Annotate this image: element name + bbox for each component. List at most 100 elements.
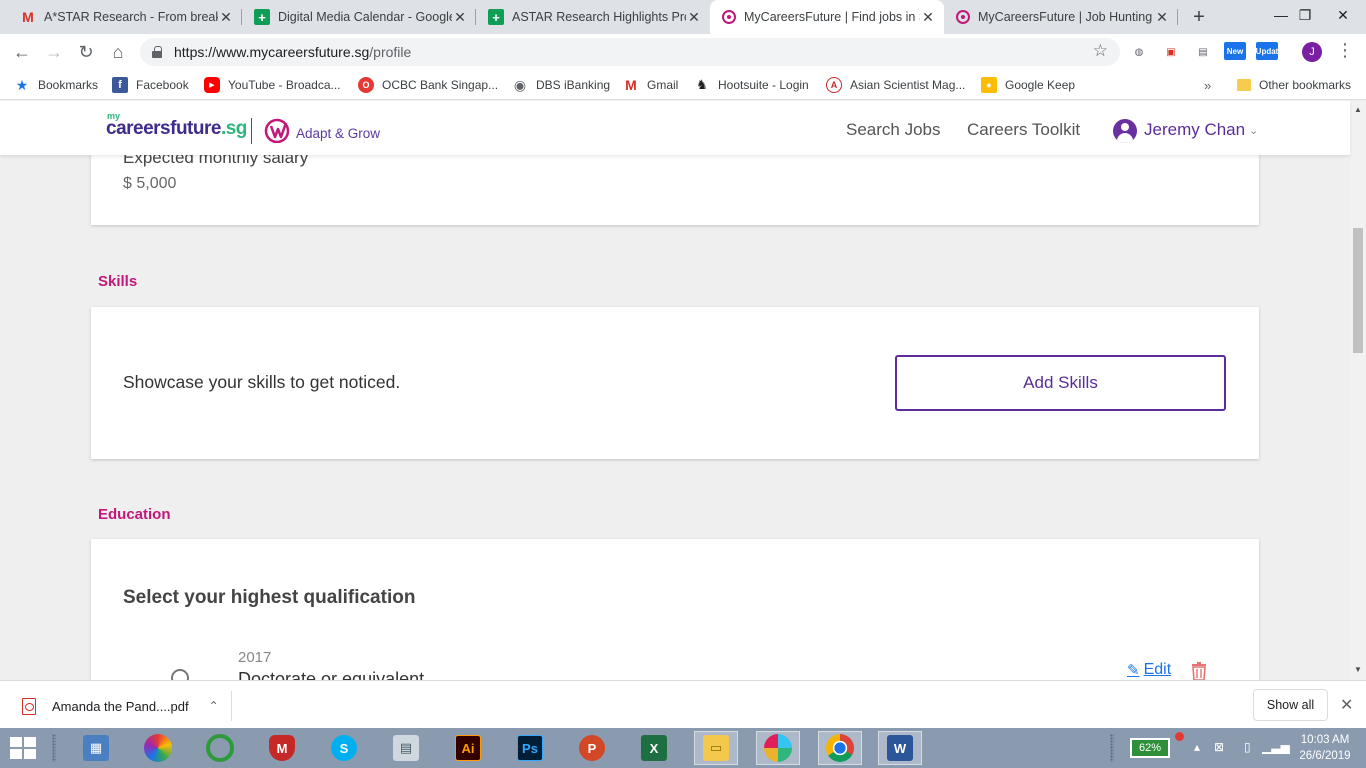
signal-icon[interactable]: ▁▃▅: [1262, 740, 1290, 754]
bookmark-ocbc[interactable]: O OCBC Bank Singap...: [358, 75, 498, 95]
page-scrollbar[interactable]: ▲ ▼: [1350, 101, 1366, 680]
more-bookmarks-button[interactable]: »: [1204, 78, 1211, 93]
tab-title: MyCareersFuture | Job Hunting: [978, 10, 1153, 24]
forward-icon[interactable]: →: [40, 38, 68, 66]
extension-update-icon[interactable]: Updat: [1256, 42, 1278, 60]
sheets-icon: +: [254, 9, 270, 25]
show-all-downloads-button[interactable]: Show all: [1253, 689, 1328, 721]
edit-education-link[interactable]: ✎ Edit: [1127, 661, 1171, 679]
scroll-up-icon[interactable]: ▲: [1354, 105, 1362, 114]
facebook-icon: f: [112, 77, 128, 93]
tab-astar-research[interactable]: M A*STAR Research - From breakthr ✕: [8, 0, 242, 34]
battery-indicator[interactable]: 62%: [1130, 738, 1170, 758]
taskbar-mcafee[interactable]: M: [260, 731, 304, 765]
mycareersfuture-icon: [722, 10, 736, 24]
bookmark-label: Hootsuite - Login: [718, 78, 809, 92]
chevron-down-icon[interactable]: ⌄: [1249, 124, 1258, 137]
taskbar-picasa[interactable]: [136, 731, 180, 765]
taskbar-slack[interactable]: [756, 731, 800, 765]
extension-reader-icon[interactable]: ▤: [1193, 42, 1213, 62]
folder-icon: ▭: [703, 735, 729, 761]
taskbar-excel[interactable]: X: [632, 731, 676, 765]
nav-careers-toolkit[interactable]: Careers Toolkit: [967, 120, 1080, 140]
network-disconnected-icon[interactable]: ⊠: [1214, 740, 1224, 754]
bookmark-bookmarks[interactable]: ★ Bookmarks: [14, 75, 98, 95]
scroll-down-icon[interactable]: ▼: [1354, 665, 1362, 674]
close-tab-icon[interactable]: ✕: [686, 9, 702, 25]
url-host: https://www.mycareersfuture.sg: [174, 44, 370, 60]
home-icon[interactable]: ⌂: [104, 38, 132, 66]
taskbar-calculator[interactable]: ▤: [384, 731, 428, 765]
bookmark-asian-scientist[interactable]: A Asian Scientist Mag...: [826, 75, 965, 95]
pencil-icon: ✎: [1127, 662, 1140, 679]
start-pane: [10, 737, 22, 747]
bookmark-youtube[interactable]: ▶ YouTube - Broadca...: [204, 75, 341, 95]
extension-new-icon[interactable]: New: [1224, 42, 1246, 60]
calculator-icon: ▤: [393, 735, 419, 761]
taskbar-gripper: [1110, 734, 1114, 762]
logo-careers: careersfuture: [106, 118, 221, 139]
taskbar-control-panel[interactable]: ▦: [74, 731, 118, 765]
bookmark-label: YouTube - Broadca...: [228, 78, 341, 92]
bookmark-gmail[interactable]: M Gmail: [623, 75, 678, 95]
new-tab-button[interactable]: +: [1188, 6, 1210, 28]
bookmark-label: Gmail: [647, 78, 679, 92]
close-tab-icon[interactable]: ✕: [452, 9, 468, 25]
powerpoint-icon: P: [579, 735, 605, 761]
extension-pocket-icon[interactable]: ▣: [1161, 42, 1181, 62]
close-window-button[interactable]: ✕: [1320, 0, 1366, 30]
chevron-up-icon[interactable]: ⌃: [209, 699, 219, 713]
bookmark-star-icon[interactable]: ☆: [1093, 41, 1108, 61]
edit-label: Edit: [1143, 661, 1172, 678]
user-avatar-icon[interactable]: [1113, 119, 1137, 143]
browser-profile-avatar[interactable]: J: [1302, 42, 1322, 62]
other-bookmarks[interactable]: Other bookmarks: [1237, 75, 1351, 95]
taskbar-powerpoint[interactable]: P: [570, 731, 614, 765]
picasa-icon: [144, 734, 172, 762]
extension-keep-icon[interactable]: ◍: [1129, 42, 1149, 62]
education-year: 2017: [238, 649, 272, 666]
bookmark-google-keep[interactable]: ● Google Keep: [981, 75, 1075, 95]
clock-date: 26/6/2019: [1299, 750, 1351, 762]
close-tab-icon[interactable]: ✕: [218, 9, 234, 25]
bookmark-hootsuite[interactable]: ♞ Hootsuite - Login: [694, 75, 809, 95]
nav-search-jobs[interactable]: Search Jobs: [846, 120, 941, 140]
scrollbar-thumb[interactable]: [1353, 228, 1363, 353]
tab-mycareersfuture-job-hunting[interactable]: MyCareersFuture | Job Hunting ✕: [944, 0, 1178, 34]
back-icon[interactable]: ←: [8, 38, 36, 66]
reload-icon[interactable]: ↻: [72, 38, 100, 66]
taskbar-word[interactable]: W: [878, 731, 922, 765]
photoshop-icon: Ps: [517, 735, 543, 761]
bookmark-label: OCBC Bank Singap...: [382, 78, 499, 92]
user-name-menu[interactable]: Jeremy Chan: [1144, 120, 1245, 140]
tab-astar-highlights[interactable]: + ASTAR Research Highlights Proje ✕: [476, 0, 710, 34]
tab-digital-media-calendar[interactable]: + Digital Media Calendar - Google S ✕: [242, 0, 476, 34]
system-clock[interactable]: 10:03 AM 26/6/2019: [1292, 732, 1358, 764]
download-item[interactable]: Amanda the Pand....pdf ⌃: [14, 691, 232, 721]
bookmark-dbs[interactable]: ◉ DBS iBanking: [512, 75, 610, 95]
close-tab-icon[interactable]: ✕: [1154, 9, 1170, 25]
taskbar-chrome[interactable]: [818, 731, 862, 765]
taskbar-photoshop[interactable]: Ps: [508, 731, 552, 765]
lock-icon: [152, 46, 162, 58]
taskbar-app-green[interactable]: [198, 731, 242, 765]
add-skills-button[interactable]: Add Skills: [895, 355, 1226, 411]
download-filename: Amanda the Pand....pdf: [52, 698, 189, 714]
browser-tab-strip: M A*STAR Research - From breakthr ✕ + Di…: [0, 0, 1366, 34]
address-bar[interactable]: https://www.mycareersfuture.sg/profile ☆: [140, 38, 1120, 66]
taskbar-file-explorer[interactable]: ▭: [694, 731, 738, 765]
site-header: my careersfuture.sg Adapt & Grow Search …: [0, 101, 1350, 155]
tray-expand-icon[interactable]: ▴: [1194, 740, 1200, 754]
battery-tray-icon[interactable]: ▯: [1244, 740, 1251, 754]
windows-start-icon[interactable]: [10, 737, 38, 759]
close-shelf-icon[interactable]: ✕: [1340, 695, 1353, 715]
bookmark-facebook[interactable]: f Facebook: [112, 75, 189, 95]
tab-mycareersfuture-active[interactable]: MyCareersFuture | Find jobs in Si ✕: [710, 0, 944, 34]
taskbar-skype[interactable]: S: [322, 731, 366, 765]
browser-menu-icon[interactable]: ⋮: [1336, 40, 1354, 61]
mcafee-icon: M: [269, 735, 295, 761]
close-tab-icon[interactable]: ✕: [920, 9, 936, 25]
trash-icon[interactable]: [1189, 661, 1209, 680]
profile-content: Expected monthly salary $ 5,000 Skills S…: [0, 155, 1350, 680]
taskbar-illustrator[interactable]: Ai: [446, 731, 490, 765]
